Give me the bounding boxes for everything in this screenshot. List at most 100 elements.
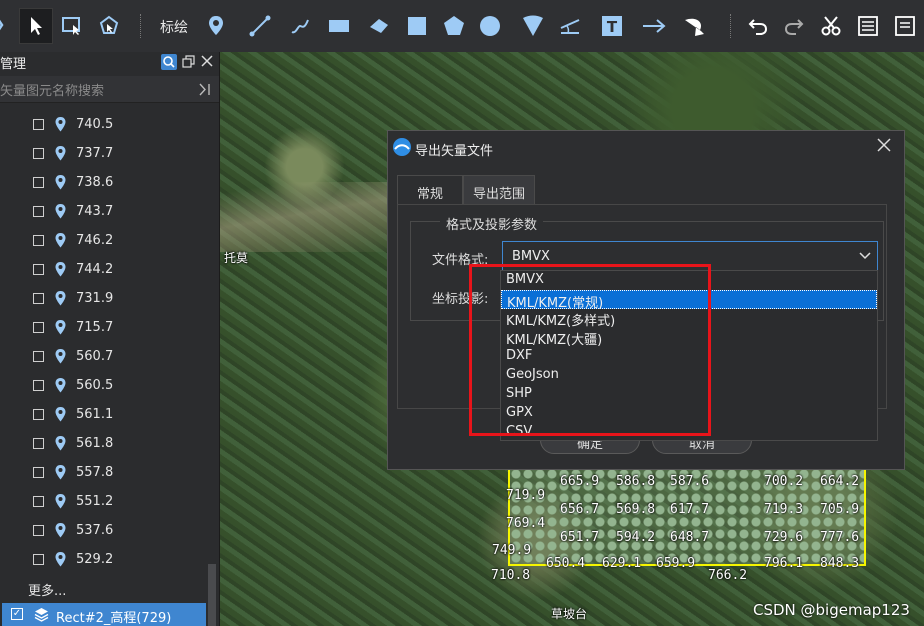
group-title: 格式及投影参数 <box>440 214 544 233</box>
scissors-icon[interactable] <box>814 8 848 44</box>
undo-icon[interactable] <box>741 8 775 44</box>
list-item[interactable]: 551.2 <box>0 488 205 517</box>
redo-icon[interactable] <box>777 8 811 44</box>
elevation-grid-rect[interactable]: 665.9 586.8 587.6 700.2 664.2 719.9 656.… <box>492 466 866 571</box>
close-icon[interactable] <box>876 137 892 153</box>
item-checkbox[interactable] <box>33 293 44 304</box>
item-label: 744.2 <box>76 262 114 277</box>
vector-manager-panel: 管理 矢量图元名称搜索 740.5 737.7 738.6 743.7 746.2 744… <box>0 52 220 626</box>
list-item[interactable]: 737.7 <box>0 140 205 169</box>
list-item[interactable]: 715.7 <box>0 314 205 343</box>
attribute-table-icon[interactable] <box>851 8 885 44</box>
pentagon-icon[interactable] <box>437 8 471 44</box>
panel-header: 管理 <box>0 52 219 72</box>
list-item[interactable]: 744.2 <box>0 256 205 285</box>
grid-value: 617.7 <box>670 502 710 517</box>
item-checkbox[interactable] <box>33 264 44 275</box>
screenshot-select-icon[interactable] <box>55 8 89 44</box>
toolbar: 标绘 T <box>0 0 924 53</box>
item-label: 731.9 <box>76 291 114 306</box>
item-checkbox[interactable] <box>33 206 44 217</box>
pin-icon <box>55 146 66 161</box>
more-link[interactable]: 更多... <box>28 580 66 599</box>
list-item[interactable]: 537.6 <box>0 517 205 546</box>
toolbar-separator <box>730 14 732 38</box>
list-item[interactable]: 557.8 <box>0 459 205 488</box>
pin-icon[interactable] <box>199 8 233 44</box>
close-icon[interactable] <box>201 55 213 67</box>
search-icon[interactable] <box>161 54 177 70</box>
layer-row[interactable]: ✓ Rect#2_高程(729) <box>2 603 208 626</box>
measure-icon[interactable] <box>553 8 587 44</box>
item-checkbox[interactable] <box>33 177 44 188</box>
item-checkbox[interactable] <box>33 467 44 478</box>
grid-value: 629.1 <box>602 556 642 571</box>
item-checkbox[interactable] <box>33 409 44 420</box>
layer-name: Rect#2_高程(729) <box>56 611 172 626</box>
list-item[interactable]: 743.7 <box>0 198 205 227</box>
arrow-icon[interactable] <box>637 8 671 44</box>
grid-value: 848.3 <box>820 556 860 571</box>
text-icon[interactable]: T <box>595 8 629 44</box>
list-item[interactable]: 746.2 <box>0 227 205 256</box>
scrollbar-thumb[interactable] <box>208 564 216 626</box>
list-item[interactable]: 529.2 <box>0 546 205 575</box>
list-item[interactable]: 561.8 <box>0 430 205 459</box>
rectangle-icon[interactable] <box>322 8 356 44</box>
search-input[interactable]: 矢量图元名称搜索 <box>0 80 104 99</box>
list-item[interactable]: 731.9 <box>0 285 205 314</box>
circle-icon[interactable] <box>473 8 507 44</box>
item-checkbox[interactable] <box>33 351 44 362</box>
item-checkbox[interactable] <box>33 380 44 391</box>
square-icon[interactable] <box>400 8 434 44</box>
item-checkbox[interactable] <box>33 525 44 536</box>
item-checkbox[interactable] <box>33 554 44 565</box>
collapse-icon[interactable] <box>198 83 212 96</box>
grid-value: 796.1 <box>764 556 804 571</box>
tab-general[interactable]: 常规 <box>397 175 463 205</box>
list-item[interactable]: 740.5 <box>0 111 205 140</box>
list-item[interactable]: 560.5 <box>0 372 205 401</box>
grid-value: 777.6 <box>820 530 860 545</box>
item-label: 715.7 <box>76 320 114 335</box>
grid-value: 700.2 <box>764 474 804 489</box>
tab-export-range[interactable]: 导出范围 <box>463 175 535 205</box>
item-checkbox[interactable] <box>33 438 44 449</box>
curve-icon[interactable] <box>283 8 317 44</box>
map-place-label: 草坡台 <box>551 607 588 621</box>
grid-value: 769.4 <box>506 516 546 531</box>
line-icon[interactable] <box>243 8 277 44</box>
grid-value: 710.8 <box>491 568 531 583</box>
item-label: 557.8 <box>76 465 114 480</box>
item-checkbox[interactable] <box>33 235 44 246</box>
pin-icon <box>55 465 66 480</box>
item-label: 560.5 <box>76 378 114 393</box>
toolbar-separator <box>140 14 142 38</box>
item-checkbox[interactable] <box>33 148 44 159</box>
pin-icon <box>55 523 66 538</box>
item-label: 743.7 <box>76 204 114 219</box>
item-checkbox[interactable] <box>33 322 44 333</box>
pin-icon <box>55 175 66 190</box>
shape-edit-icon[interactable] <box>92 8 126 44</box>
grid-value: 586.8 <box>616 474 656 489</box>
layer-checkbox[interactable]: ✓ <box>11 608 23 620</box>
list-item[interactable]: 560.7 <box>0 343 205 372</box>
item-checkbox[interactable] <box>33 496 44 507</box>
item-label: 551.2 <box>76 494 114 509</box>
curved-arrow-icon[interactable] <box>677 8 711 44</box>
sector-icon[interactable] <box>516 8 550 44</box>
item-checkbox[interactable] <box>33 119 44 130</box>
float-window-icon[interactable] <box>182 55 195 68</box>
list-item[interactable]: 561.1 <box>0 401 205 430</box>
select-arrow-icon[interactable] <box>19 8 53 44</box>
search-box[interactable]: 矢量图元名称搜索 <box>0 76 219 103</box>
item-label: 737.7 <box>76 146 114 161</box>
undo-partial-icon[interactable] <box>0 8 20 44</box>
polygon-arrow-icon[interactable] <box>362 8 396 44</box>
scrollbar-track[interactable] <box>206 112 216 626</box>
export-icon[interactable] <box>888 8 922 44</box>
item-label: 738.6 <box>76 175 114 190</box>
list-item[interactable]: 738.6 <box>0 169 205 198</box>
watermark: CSDN @bigemap123 <box>753 601 910 619</box>
